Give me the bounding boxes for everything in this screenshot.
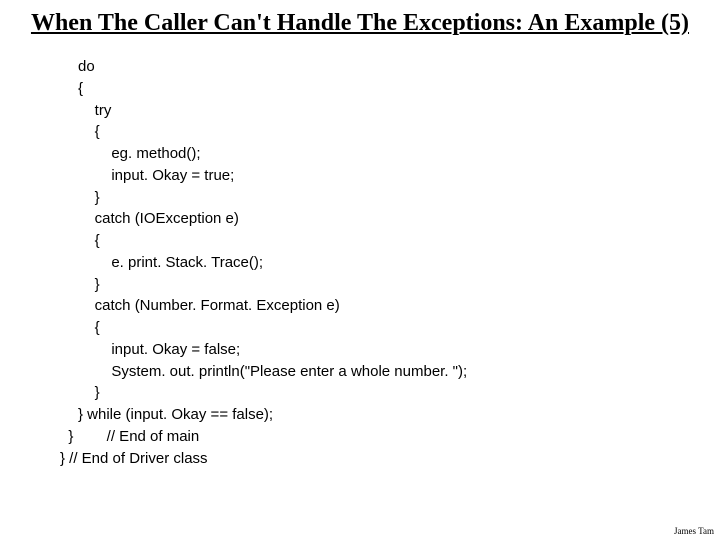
slide-title: When The Caller Can't Handle The Excepti… [30, 8, 690, 38]
author-footer: James Tam [674, 526, 714, 536]
code-block: do { try { eg. method(); input. Okay = t… [78, 56, 690, 469]
